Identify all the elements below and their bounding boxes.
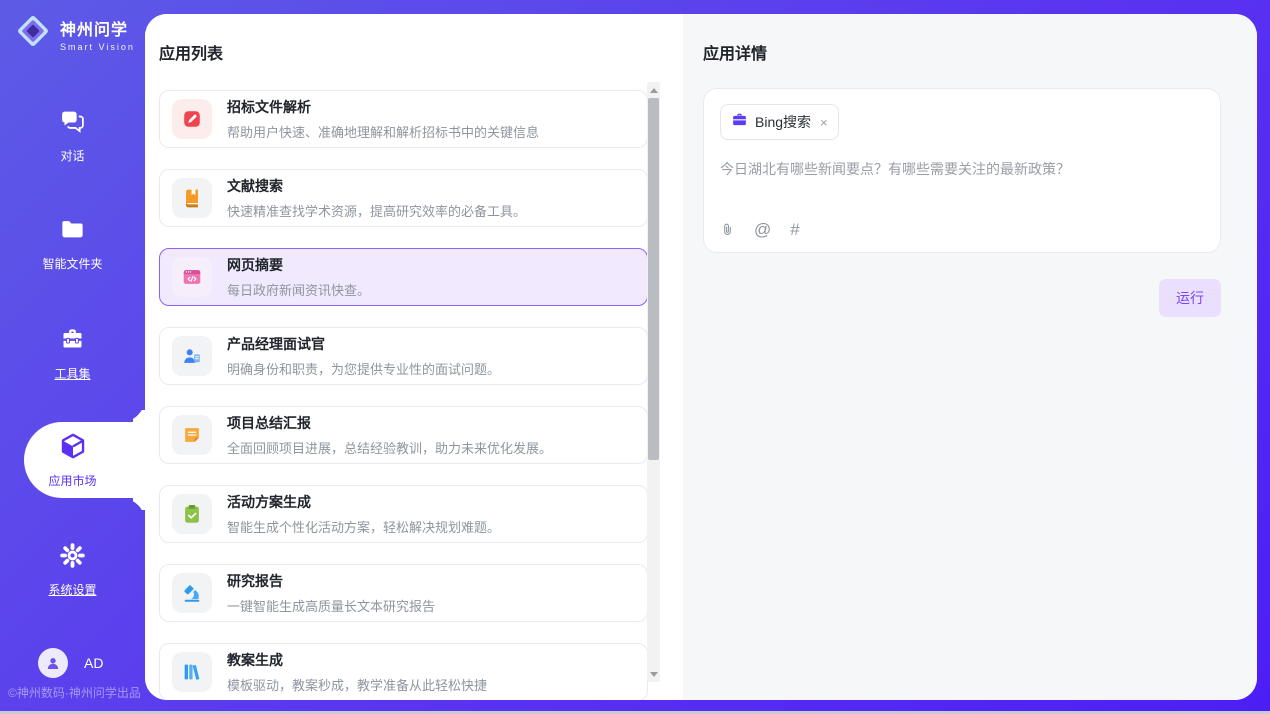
app-description: 快速精准查找学术资源，提高研究效率的必备工具。 [227, 201, 526, 220]
edit-document-icon [172, 99, 212, 139]
app-card-research-report[interactable]: 研究报告 一键智能生成高质量长文本研究报告 [159, 564, 648, 622]
sidebar-item-label: 应用市场 [48, 472, 96, 489]
brand-name: 神州问学 [60, 16, 135, 40]
app-description: 模板驱动，教案秒成，教学准备从此轻松快捷 [227, 675, 487, 694]
clipboard-check-icon [172, 494, 212, 534]
hashtag-icon[interactable]: # [790, 221, 799, 238]
folder-icon [59, 216, 86, 248]
user-name: AD [84, 655, 103, 671]
app-card-lesson-plan[interactable]: 教案生成 模板驱动，教案秒成，教学准备从此轻松快捷 [159, 643, 648, 700]
diamond-logo-icon [14, 12, 52, 55]
mention-icon[interactable]: @ [754, 221, 771, 238]
browser-code-icon [172, 257, 212, 297]
app-name: 产品经理面试官 [227, 334, 500, 354]
app-description: 帮助用户快速、准确地理解和解析招标书中的关键信息 [227, 122, 539, 141]
app-list-panel: 应用列表 招标文件解析 帮助用户快速、准确地理解和解析招标书中的关键信息 文献搜… [145, 14, 683, 700]
sidebar-item-app-market[interactable]: 应用市场 [0, 428, 145, 492]
app-list: 招标文件解析 帮助用户快速、准确地理解和解析招标书中的关键信息 文献搜索 快速精… [159, 90, 648, 700]
chat-icon [59, 108, 86, 140]
books-icon [172, 652, 212, 692]
brand-subtitle: Smart Vision [60, 42, 135, 52]
app-list-title: 应用列表 [159, 40, 683, 64]
paperclip-icon[interactable] [720, 221, 735, 238]
user-account[interactable]: AD [38, 648, 103, 678]
app-name: 研究报告 [227, 571, 435, 591]
scrollbar-up-arrow-icon[interactable] [647, 84, 660, 96]
tool-tag-label: Bing搜索 [755, 112, 811, 132]
app-detail-title: 应用详情 [703, 40, 1257, 64]
main-panel: 应用列表 招标文件解析 帮助用户快速、准确地理解和解析招标书中的关键信息 文献搜… [145, 14, 1257, 700]
sidebar-item-label: 智能文件夹 [42, 255, 102, 272]
app-card-web-summary[interactable]: 网页摘要 每日政府新闻资讯快查。 [159, 248, 648, 306]
app-card-project-summary[interactable]: 项目总结汇报 全面回顾项目进展，总结经验教训，助力未来优化发展。 [159, 406, 648, 464]
tool-tag-bing-search[interactable]: Bing搜索 × [720, 104, 839, 140]
sidebar-item-smart-folder[interactable]: 智能文件夹 [0, 212, 145, 276]
prompt-question-text[interactable]: 今日湖北有哪些新闻要点？有哪些需要关注的最新政策？ [720, 159, 1204, 179]
app-name: 项目总结汇报 [227, 413, 552, 433]
app-description: 一键智能生成高质量长文本研究报告 [227, 596, 435, 615]
app-description: 全面回顾项目进展，总结经验教训，助力未来优化发展。 [227, 438, 552, 457]
app-name: 网页摘要 [227, 255, 370, 275]
copyright-footer: ©神州数码·神州问学出品 [8, 684, 141, 701]
run-button[interactable]: 运行 [1159, 279, 1221, 317]
sidebar: 神州问学 Smart Vision 对话 智能文件夹 工具集 应用市场 系统设置 [0, 0, 145, 714]
note-icon [172, 415, 212, 455]
briefcase-icon [731, 111, 748, 133]
microscope-icon [172, 573, 212, 613]
app-description: 明确身份和职责，为您提供专业性的面试问题。 [227, 359, 500, 378]
sidebar-item-label: 工具集 [54, 365, 90, 382]
app-list-scrollbar[interactable] [647, 82, 660, 682]
scrollbar-down-arrow-icon[interactable] [647, 668, 660, 680]
interviewer-icon [172, 336, 212, 376]
app-detail-panel: 应用详情 Bing搜索 × 今日湖北有哪些新闻要点？有哪些需要关注的最新政策？ … [683, 14, 1257, 700]
app-card-tender-analysis[interactable]: 招标文件解析 帮助用户快速、准确地理解和解析招标书中的关键信息 [159, 90, 648, 148]
app-name: 招标文件解析 [227, 97, 539, 117]
sidebar-item-label: 系统设置 [48, 581, 96, 598]
app-name: 文献搜索 [227, 176, 526, 196]
close-icon[interactable]: × [820, 115, 828, 130]
app-card-literature-search[interactable]: 文献搜索 快速精准查找学术资源，提高研究效率的必备工具。 [159, 169, 648, 227]
book-icon [172, 178, 212, 218]
avatar [38, 648, 68, 678]
sidebar-item-toolset[interactable]: 工具集 [0, 322, 145, 386]
brand-logo: 神州问学 Smart Vision [14, 12, 135, 55]
app-card-pm-interviewer[interactable]: 产品经理面试官 明确身份和职责，为您提供专业性的面试问题。 [159, 327, 648, 385]
app-name: 活动方案生成 [227, 492, 500, 512]
sidebar-item-label: 对话 [60, 147, 84, 164]
app-card-event-plan[interactable]: 活动方案生成 智能生成个性化活动方案，轻松解决规划难题。 [159, 485, 648, 543]
prompt-card: Bing搜索 × 今日湖北有哪些新闻要点？有哪些需要关注的最新政策？ @ # [703, 88, 1221, 253]
sidebar-item-settings[interactable]: 系统设置 [0, 538, 145, 602]
app-description: 智能生成个性化活动方案，轻松解决规划难题。 [227, 517, 500, 536]
app-name: 教案生成 [227, 650, 487, 670]
scrollbar-thumb[interactable] [648, 98, 659, 460]
app-description: 每日政府新闻资讯快查。 [227, 280, 370, 299]
composer-toolbar: @ # [720, 221, 800, 238]
cube-icon [59, 432, 87, 465]
gear-icon [59, 542, 86, 574]
toolbox-icon [59, 326, 86, 358]
sidebar-item-chat[interactable]: 对话 [0, 104, 145, 168]
